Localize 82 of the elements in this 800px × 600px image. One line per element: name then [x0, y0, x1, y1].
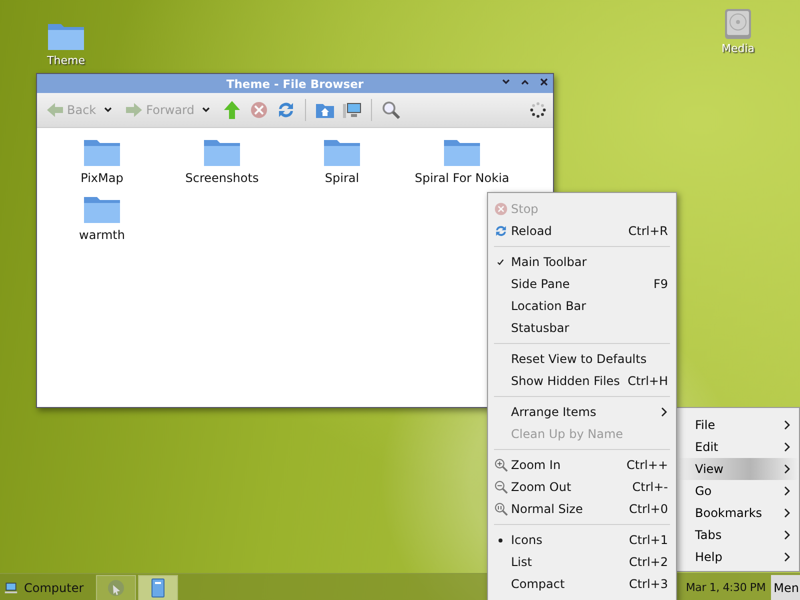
menu-item[interactable]: Edit [677, 436, 799, 458]
dropdown-caret-icon[interactable] [201, 105, 212, 115]
menu-item-label: Icons [511, 533, 544, 547]
menu-button[interactable]: Men [770, 574, 800, 600]
menu-item-label: Zoom Out [511, 480, 572, 494]
keyboard-shortcut: Ctrl+0 [628, 502, 668, 516]
menu-item[interactable]: Main Toolbar [488, 251, 676, 273]
clock[interactable]: Mar 1, 4:30 PM [686, 581, 766, 594]
keyboard-shortcut: Ctrl+H [628, 374, 668, 388]
zoom-out-icon [494, 480, 508, 494]
menu-item-label: Zoom In [511, 458, 562, 472]
menu-item[interactable]: Zoom Out Ctrl+- [488, 476, 676, 498]
up-arrow-icon [222, 100, 242, 120]
menu-item-label: Help [695, 550, 724, 564]
keyboard-shortcut: F9 [653, 277, 668, 291]
menu-item[interactable]: File [677, 414, 799, 436]
menu-item-label: Compact [511, 577, 566, 591]
stop-icon [494, 202, 508, 216]
dropdown-caret-icon[interactable] [103, 105, 114, 115]
keyboard-shortcut: Ctrl+R [628, 224, 668, 238]
menu-item[interactable]: List Ctrl+2 [488, 551, 676, 573]
keyboard-shortcut: Ctrl+3 [628, 577, 668, 591]
menu-item-label: Side Pane [511, 277, 571, 291]
menu-item[interactable]: Arrange Items [488, 401, 676, 423]
maximize-icon[interactable] [520, 77, 530, 87]
menu-item[interactable]: Icons Ctrl+1 [488, 529, 676, 551]
file-name[interactable]: warmth [79, 228, 125, 242]
menu-item[interactable]: Help [677, 546, 799, 568]
computer-icon [4, 580, 18, 594]
keyboard-shortcut: Ctrl+1 [628, 533, 668, 547]
search-icon [381, 100, 402, 120]
globe-icon [106, 578, 126, 598]
menu-item-label: Edit [695, 440, 720, 454]
zoom-reset-icon [494, 502, 508, 516]
menu-item-label: Arrange Items [511, 405, 598, 419]
file-name[interactable]: Spiral For Nokia [414, 171, 510, 185]
left-arrow-icon [45, 100, 65, 120]
menu-item[interactable]: Go [677, 480, 799, 502]
menu-item-label: View [695, 462, 724, 476]
menu-item-label: Clean Up by Name [511, 427, 624, 441]
menu-item-label: Normal Size [511, 502, 584, 516]
menu-item[interactable]: Location Bar [488, 295, 676, 317]
stop-icon [249, 100, 270, 120]
keyboard-shortcut: Ctrl++ [626, 458, 668, 472]
computer-button[interactable]: Computer [0, 574, 94, 600]
menu-item[interactable]: Statusbar [488, 317, 676, 339]
menu-item-label: Main Toolbar [511, 255, 588, 269]
menu-item-label: Show Hidden Files [511, 374, 621, 388]
menu-item-label: Reload [511, 224, 553, 238]
menu-item[interactable]: Bookmarks [677, 502, 799, 524]
window-title: Theme - File Browser [226, 76, 364, 90]
task-button[interactable] [96, 574, 136, 600]
reload-icon [494, 224, 508, 238]
menu-item-label: Statusbar [511, 321, 570, 335]
menu-item[interactable]: Compact Ctrl+3 [488, 573, 676, 595]
minimize-icon[interactable] [501, 77, 511, 87]
menu-item[interactable]: Reload Ctrl+R [488, 220, 676, 242]
menu-item-label: Tabs [695, 528, 723, 542]
menu-item-label: File [695, 418, 716, 432]
menu-item-label: Reset View to Defaults [511, 352, 648, 366]
menu-item-label: List [511, 555, 533, 569]
menu-item-label: Go [695, 484, 713, 498]
menu-item[interactable]: Normal Size Ctrl+0 [488, 498, 676, 520]
keyboard-shortcut: Ctrl+- [632, 480, 668, 494]
task-button[interactable] [138, 574, 178, 600]
close-icon[interactable] [539, 77, 549, 87]
computer-icon [342, 100, 362, 120]
spinner-icon [529, 101, 547, 119]
menu-item[interactable]: Zoom In Ctrl++ [488, 454, 676, 476]
menu-item[interactable]: Tabs [677, 524, 799, 546]
right-arrow-icon [124, 100, 144, 120]
menu-item[interactable]: Side Pane F9 [488, 273, 676, 295]
file-name[interactable]: Screenshots [185, 171, 259, 185]
menu-item-label: Location Bar [511, 299, 588, 313]
file-name[interactable]: Spiral [324, 171, 360, 185]
menu-item[interactable]: Show Hidden Files Ctrl+H [488, 370, 676, 392]
keyboard-shortcut: Ctrl+2 [628, 555, 668, 569]
menu-item[interactable]: Reset View to Defaults [488, 348, 676, 370]
menu-item-label: Stop [511, 202, 540, 216]
zoom-in-icon [494, 458, 508, 472]
file-name[interactable]: PixMap [80, 171, 124, 185]
menu-item-label: Bookmarks [695, 506, 764, 520]
